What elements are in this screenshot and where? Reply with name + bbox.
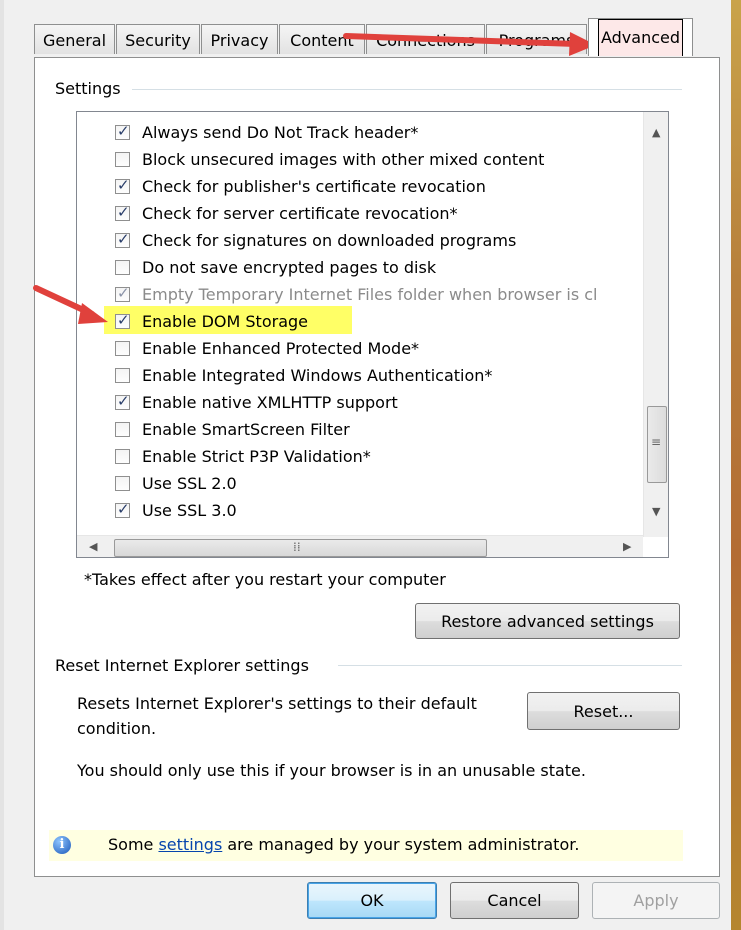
setting-server-cert-revocation[interactable]: ✓ Check for server certificate revocatio…	[115, 200, 458, 226]
setting-strict-p3p[interactable]: Enable Strict P3P Validation*	[115, 443, 371, 469]
checkbox[interactable]	[115, 475, 130, 491]
ok-button[interactable]: OK	[307, 882, 437, 919]
check-icon: ✓	[117, 283, 130, 302]
tab-privacy[interactable]: Privacy	[201, 24, 278, 54]
apply-button: Apply	[592, 882, 720, 919]
reset-button[interactable]: Reset...	[527, 692, 680, 730]
check-icon: ✓	[117, 202, 130, 221]
tab-label: Content	[290, 31, 354, 50]
grip-icon: ≡	[651, 435, 662, 449]
check-icon: ✓	[117, 229, 130, 248]
horizontal-scrollbar[interactable]: ◀ ⁞⁞ ▶	[77, 535, 643, 557]
settings-group-label: Settings	[55, 79, 127, 98]
tab-label: Security	[125, 31, 191, 50]
tab-security[interactable]: Security	[116, 24, 200, 54]
checkbox[interactable]	[115, 421, 130, 437]
setting-label: Enable DOM Storage	[142, 311, 308, 331]
setting-ssl2[interactable]: Use SSL 2.0	[115, 470, 237, 496]
cancel-button[interactable]: Cancel	[450, 882, 579, 919]
info-icon: i	[53, 836, 71, 854]
tab-label: General	[42, 31, 107, 50]
checkbox[interactable]: ✓	[115, 121, 130, 140]
setting-smartscreen-filter[interactable]: Enable SmartScreen Filter	[115, 416, 350, 442]
setting-integrated-windows-auth[interactable]: Enable Integrated Windows Authentication…	[115, 362, 492, 388]
check-icon: ✓	[117, 121, 130, 140]
scroll-up-icon[interactable]: ▲	[652, 126, 660, 139]
info-text-suffix: are managed by your system administrator…	[222, 835, 580, 854]
check-icon: ✓	[117, 310, 130, 329]
setting-block-unsecured-images[interactable]: Block unsecured images with other mixed …	[115, 146, 544, 172]
checkbox[interactable]	[115, 340, 130, 356]
check-icon: ✓	[117, 499, 130, 518]
setting-label: Enable Integrated Windows Authentication…	[142, 365, 493, 385]
background-edge	[731, 0, 741, 930]
setting-label: Check for publisher's certificate revoca…	[142, 176, 486, 196]
tab-programs[interactable]: Programs	[486, 24, 587, 54]
checkbox[interactable]: ✓	[115, 175, 130, 194]
tab-connections[interactable]: Connections	[366, 24, 485, 54]
scroll-right-icon[interactable]: ▶	[623, 540, 631, 553]
check-icon: ✓	[117, 175, 130, 194]
reset-group-label: Reset Internet Explorer settings	[55, 656, 315, 675]
reset-warning: You should only use this if your browser…	[77, 761, 586, 780]
checkbox[interactable]: ✓	[115, 391, 130, 410]
window-edge	[0, 0, 4, 930]
setting-signatures-downloaded[interactable]: ✓ Check for signatures on downloaded pro…	[115, 227, 516, 253]
setting-label: Enable Strict P3P Validation*	[142, 446, 371, 466]
horizontal-scroll-thumb[interactable]: ⁞⁞	[114, 539, 487, 557]
checkbox[interactable]: ✓	[115, 499, 130, 518]
checkbox[interactable]	[115, 151, 130, 167]
checkbox[interactable]: ✓	[115, 310, 130, 329]
checkbox[interactable]: ✓	[115, 202, 130, 221]
setting-label: Use SSL 3.0	[142, 500, 237, 520]
setting-do-not-track[interactable]: ✓ Always send Do Not Track header*	[115, 119, 418, 145]
settings-link[interactable]: settings	[158, 835, 222, 854]
grip-icon: ⁞⁞	[293, 540, 301, 554]
setting-label: Enable SmartScreen Filter	[142, 419, 350, 439]
setting-label: Block unsecured images with other mixed …	[142, 149, 545, 169]
vertical-scroll-thumb[interactable]: ≡	[647, 406, 667, 483]
tab-label: Programs	[498, 31, 575, 50]
reset-description-line2: condition.	[77, 719, 157, 738]
checkbox[interactable]: ✓	[115, 229, 130, 248]
info-text-prefix: Some	[108, 835, 159, 854]
checkbox[interactable]	[115, 259, 130, 275]
setting-label: Enable native XMLHTTP support	[142, 392, 398, 412]
restart-note: *Takes effect after you restart your com…	[84, 570, 446, 589]
tab-content[interactable]: Content	[279, 24, 365, 54]
setting-label: Check for signatures on downloaded progr…	[142, 230, 517, 250]
checkbox[interactable]	[115, 367, 130, 383]
scroll-down-icon[interactable]: ▼	[652, 505, 660, 518]
setting-empty-temp-files[interactable]: ✓ Empty Temporary Internet Files folder …	[115, 281, 597, 307]
checkbox[interactable]: ✓	[115, 283, 130, 302]
setting-label: Do not save encrypted pages to disk	[142, 257, 437, 277]
info-text: Some settings are managed by your system…	[108, 835, 579, 854]
setting-no-save-encrypted[interactable]: Do not save encrypted pages to disk	[115, 254, 436, 280]
setting-label: Check for server certificate revocation*	[142, 203, 458, 223]
group-divider	[338, 665, 682, 666]
tab-label: Privacy	[210, 31, 269, 50]
setting-ssl3[interactable]: ✓ Use SSL 3.0	[115, 497, 237, 523]
scroll-left-icon[interactable]: ◀	[89, 540, 97, 553]
setting-label: Use SSL 2.0	[142, 473, 237, 493]
setting-enable-dom-storage[interactable]: ✓ Enable DOM Storage	[115, 308, 308, 334]
managed-settings-info-bar: i Some settings are managed by your syst…	[49, 830, 683, 861]
tab-general[interactable]: General	[34, 24, 115, 54]
setting-native-xmlhttp[interactable]: ✓ Enable native XMLHTTP support	[115, 389, 398, 415]
setting-enhanced-protected-mode[interactable]: Enable Enhanced Protected Mode*	[115, 335, 419, 361]
check-icon: ✓	[117, 391, 130, 410]
tab-label: Advanced	[597, 19, 684, 56]
tab-advanced[interactable]: Advanced	[588, 18, 693, 56]
restore-advanced-settings-button[interactable]: Restore advanced settings	[415, 603, 680, 639]
setting-label: Always send Do Not Track header*	[142, 122, 419, 142]
setting-label: Empty Temporary Internet Files folder wh…	[142, 284, 598, 304]
group-divider	[132, 89, 682, 90]
setting-label: Enable Enhanced Protected Mode*	[142, 338, 420, 358]
reset-description-line1: Resets Internet Explorer's settings to t…	[77, 694, 477, 713]
setting-publisher-cert-revocation[interactable]: ✓ Check for publisher's certificate revo…	[115, 173, 486, 199]
vertical-scrollbar[interactable]: ▲ ≡ ▼	[643, 112, 668, 537]
settings-list[interactable]: ✓ Always send Do Not Track header* Block…	[76, 111, 669, 558]
checkbox[interactable]	[115, 448, 130, 464]
tab-label: Connections	[376, 31, 475, 50]
